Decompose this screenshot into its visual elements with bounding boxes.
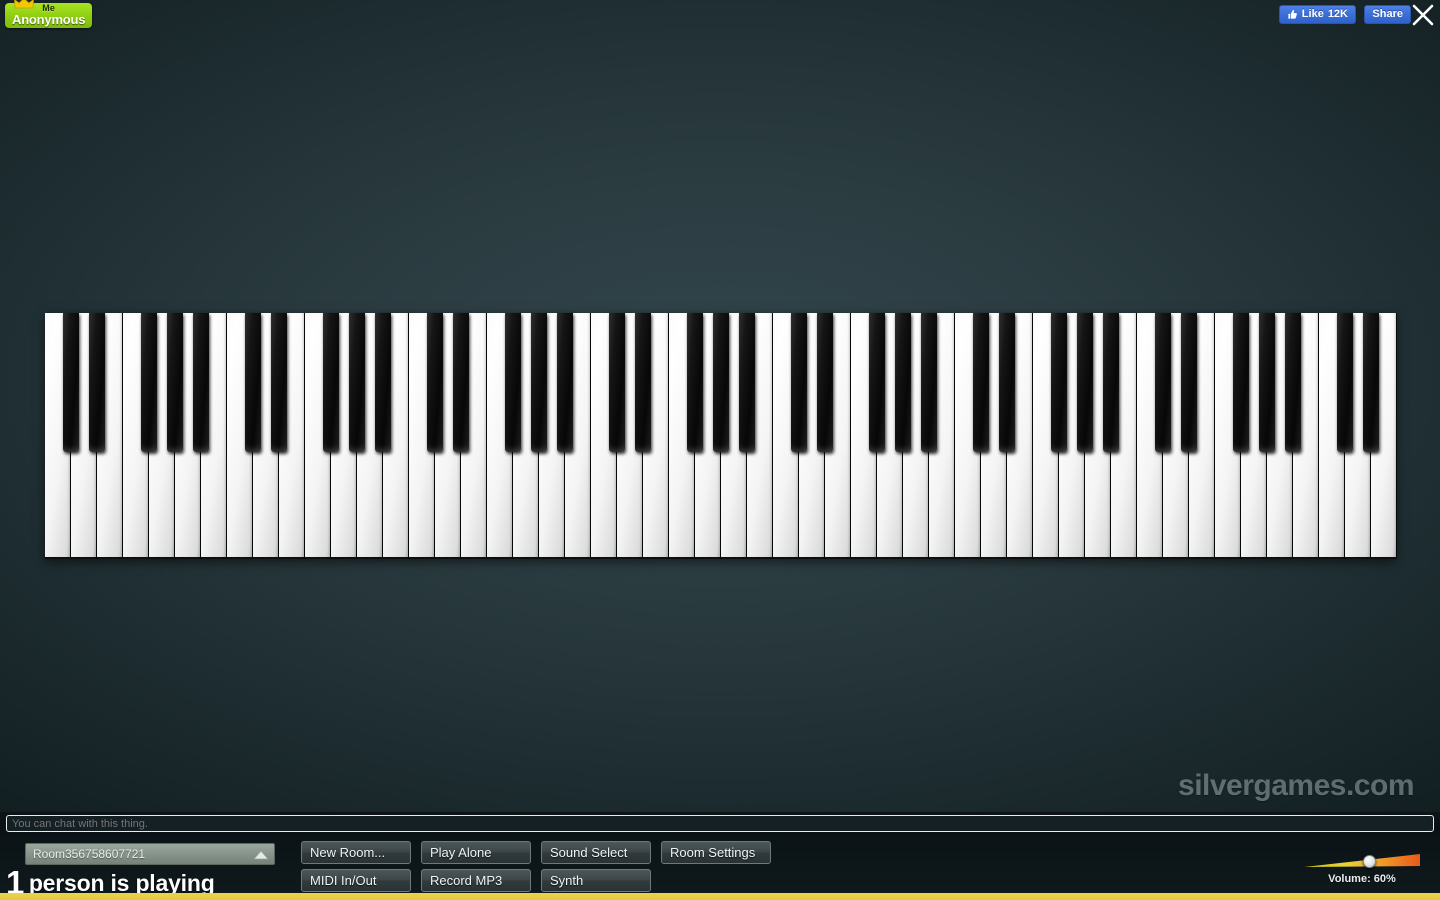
piano-black-key[interactable] — [323, 313, 339, 452]
volume-label: Volume: 60% — [1328, 873, 1396, 885]
facebook-like-button[interactable]: Like 12K — [1278, 5, 1356, 24]
piano-black-key[interactable] — [973, 313, 989, 452]
piano-black-key[interactable] — [427, 313, 443, 452]
volume-wedge-icon — [1304, 854, 1420, 867]
piano-black-key[interactable] — [271, 313, 287, 452]
facebook-share-label: Share — [1372, 8, 1403, 20]
room-select-label: Room356758607721 — [33, 847, 146, 861]
piano-black-key[interactable] — [1363, 313, 1379, 452]
room-settings-button-label: Room Settings — [670, 845, 756, 860]
record-mp3-button[interactable]: Record MP3 — [421, 869, 531, 892]
chevron-up-icon — [253, 850, 269, 860]
piano-black-key[interactable] — [349, 313, 365, 452]
synth-button-label: Synth — [550, 873, 584, 888]
site-watermark: silvergames.com — [1178, 769, 1414, 802]
piano-black-key[interactable] — [895, 313, 911, 452]
new-room-button-label: New Room... — [310, 845, 386, 860]
piano-black-key[interactable] — [921, 313, 937, 452]
piano-black-key[interactable] — [63, 313, 79, 452]
room-select-dropdown[interactable]: Room356758607721 — [25, 843, 275, 865]
volume-knob[interactable] — [1363, 855, 1376, 868]
new-room-button[interactable]: New Room... — [301, 841, 411, 864]
piano-black-key[interactable] — [635, 313, 651, 452]
sound-select-button[interactable]: Sound Select — [541, 841, 651, 864]
piano-black-key[interactable] — [1103, 313, 1119, 452]
piano-black-key[interactable] — [791, 313, 807, 452]
piano-black-key[interactable] — [557, 313, 573, 452]
piano-black-key[interactable] — [505, 313, 521, 452]
piano-black-key[interactable] — [193, 313, 209, 452]
play-alone-button[interactable]: Play Alone — [421, 841, 531, 864]
volume-slider[interactable]: Volume: 60% — [1302, 853, 1422, 893]
piano-black-key[interactable] — [1337, 313, 1353, 452]
piano-black-key[interactable] — [453, 313, 469, 452]
piano-black-key[interactable] — [375, 313, 391, 452]
play-alone-button-label: Play Alone — [430, 845, 492, 860]
piano-black-key[interactable] — [89, 313, 105, 452]
piano-black-key[interactable] — [817, 313, 833, 452]
piano-black-key[interactable] — [1051, 313, 1067, 452]
piano-black-key[interactable] — [713, 313, 729, 452]
room-settings-button[interactable]: Room Settings — [661, 841, 771, 864]
piano-black-key[interactable] — [739, 313, 755, 452]
facebook-share-button[interactable]: Share — [1364, 5, 1411, 24]
piano-black-key[interactable] — [1077, 313, 1093, 452]
piano-black-key[interactable] — [999, 313, 1015, 452]
piano-black-key[interactable] — [1233, 313, 1249, 452]
piano-black-key[interactable] — [141, 313, 157, 452]
sound-select-button-label: Sound Select — [550, 845, 628, 860]
crown-icon — [14, 0, 34, 9]
me-badge[interactable]: Me Anonymous — [5, 0, 93, 28]
nickname-label: Anonymous — [12, 12, 86, 27]
piano-black-key[interactable] — [1181, 313, 1197, 452]
facebook-like-count: 12K — [1327, 8, 1348, 20]
piano-black-key[interactable] — [687, 313, 703, 452]
close-icon[interactable] — [1411, 3, 1435, 27]
piano-black-key[interactable] — [1155, 313, 1171, 452]
bottom-accent-strip — [0, 893, 1440, 900]
piano-keyboard[interactable] — [45, 313, 1397, 559]
piano-black-key[interactable] — [609, 313, 625, 452]
facebook-like-label: Like — [1301, 8, 1324, 20]
thumbs-up-icon — [1288, 9, 1297, 19]
piano-black-key[interactable] — [531, 313, 547, 452]
piano-black-key[interactable] — [1285, 313, 1301, 452]
piano-black-key[interactable] — [245, 313, 261, 452]
midi-in-out-button[interactable]: MIDI In/Out — [301, 869, 411, 892]
top-bar: Me Anonymous Like 12K Share — [0, 0, 1440, 28]
midi-in-out-button-label: MIDI In/Out — [310, 873, 377, 888]
synth-button[interactable]: Synth — [541, 869, 651, 892]
record-mp3-button-label: Record MP3 — [430, 873, 503, 888]
chat-input[interactable] — [6, 815, 1434, 832]
piano-black-key[interactable] — [869, 313, 885, 452]
piano-black-key[interactable] — [167, 313, 183, 452]
piano-black-key[interactable] — [1259, 313, 1275, 452]
